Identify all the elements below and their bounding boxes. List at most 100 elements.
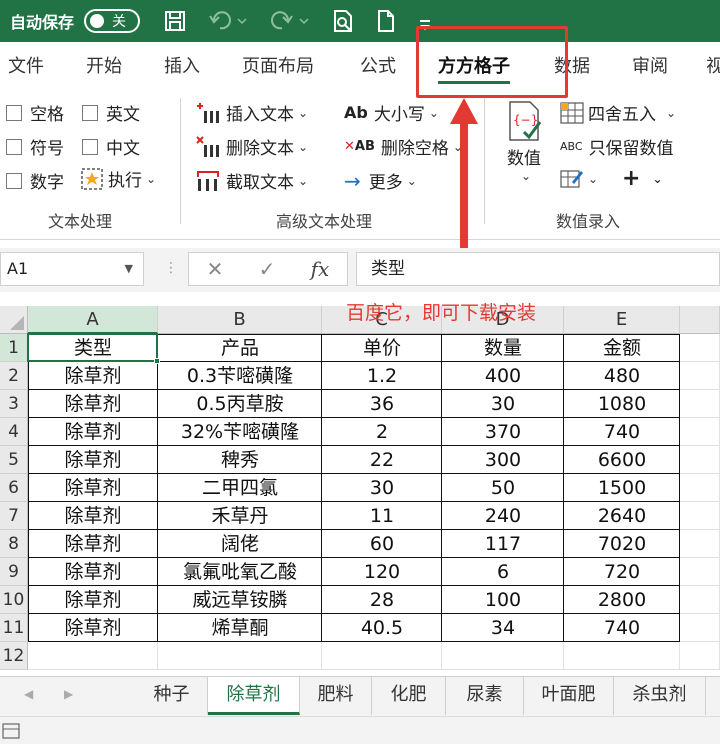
tab-view[interactable]: 视 <box>706 42 720 92</box>
table-cell[interactable]: 二甲四氯 <box>158 474 322 502</box>
sheet-tab[interactable]: 除草剂 <box>208 677 300 715</box>
redo-icon[interactable] <box>270 10 310 32</box>
value-button[interactable]: {−} 数值 ⌄ <box>504 100 544 183</box>
keep-number-button[interactable]: ABC 只保留数值 <box>560 134 674 159</box>
table-cell[interactable]: 1500 <box>564 474 680 502</box>
tab-file[interactable]: 文件 <box>8 42 44 92</box>
table-cell[interactable]: 禾草丹 <box>158 502 322 530</box>
table-cell[interactable]: 威远草铵膦 <box>158 586 322 614</box>
table-cell[interactable]: 1080 <box>564 390 680 418</box>
sheet-tab[interactable]: 化肥 <box>372 677 446 715</box>
table-cell[interactable]: 稗秀 <box>158 446 322 474</box>
header-cell[interactable]: 金额 <box>564 334 680 362</box>
new-file-icon[interactable] <box>376 9 396 33</box>
table-cell[interactable]: 氯氟吡氧乙酸 <box>158 558 322 586</box>
cancel-icon[interactable]: ✕ <box>207 257 224 281</box>
table-cell[interactable]: 0.3苄嘧磺隆 <box>158 362 322 390</box>
case-button[interactable]: Ab 大小写 ⌄ <box>344 100 439 125</box>
table-cell[interactable]: 22 <box>322 446 442 474</box>
header-cell[interactable]: 单价 <box>322 334 442 362</box>
delete-text-button[interactable]: 删除文本 ⌄ <box>196 134 308 159</box>
table-cell[interactable]: 28 <box>322 586 442 614</box>
table-cell[interactable]: 2800 <box>564 586 680 614</box>
row-header[interactable]: 11 <box>0 614 28 642</box>
function-icon[interactable]: fx <box>311 257 330 281</box>
table-cell[interactable]: 34 <box>442 614 564 642</box>
row-header[interactable]: 7 <box>0 502 28 530</box>
column-header-blank[interactable] <box>680 306 720 334</box>
column-header-b[interactable]: B <box>158 306 322 334</box>
fill-handle[interactable] <box>154 358 160 364</box>
table-cell[interactable]: 240 <box>442 502 564 530</box>
table-cell[interactable]: 阔佬 <box>158 530 322 558</box>
table-cell[interactable]: 除草剂 <box>28 502 158 530</box>
checkbox[interactable] <box>6 138 22 155</box>
sheet-tab[interactable]: 杀虫剂 <box>614 677 706 715</box>
row-header[interactable]: 4 <box>0 418 28 446</box>
next-sheet-icon[interactable]: ▶ <box>64 687 73 701</box>
table-cell[interactable]: 除草剂 <box>28 446 158 474</box>
table-cell[interactable]: 400 <box>442 362 564 390</box>
table-cell[interactable]: 30 <box>322 474 442 502</box>
column-header-a[interactable]: A <box>28 306 158 334</box>
name-box[interactable]: A1 ▼ <box>0 252 144 286</box>
sheet-tab[interactable]: 尿素 <box>446 677 524 715</box>
table-cell[interactable]: 1.2 <box>322 362 442 390</box>
check-chinese[interactable]: 中文 <box>82 134 140 159</box>
header-cell[interactable]: 数量 <box>442 334 564 362</box>
more-button[interactable]: → 更多 ⌄ <box>344 168 417 194</box>
tab-review[interactable]: 审阅 <box>632 42 668 92</box>
check-space[interactable]: 空格 <box>6 100 64 125</box>
formula-input[interactable]: 类型 <box>356 252 720 286</box>
row-header[interactable]: 2 <box>0 362 28 390</box>
prev-sheet-icon[interactable]: ◀ <box>24 687 33 701</box>
sheet-tab[interactable]: 种子 <box>136 677 208 715</box>
table-cell[interactable]: 烯草酮 <box>158 614 322 642</box>
tab-home[interactable]: 开始 <box>86 42 122 92</box>
table-cell[interactable]: 370 <box>442 418 564 446</box>
undo-icon[interactable] <box>208 10 248 32</box>
extract-text-button[interactable]: 截取文本 ⌄ <box>196 168 308 193</box>
table-cell[interactable]: 0.5丙草胺 <box>158 390 322 418</box>
table-cell[interactable]: 50 <box>442 474 564 502</box>
table-cell[interactable]: 除草剂 <box>28 558 158 586</box>
checkbox[interactable] <box>6 172 22 189</box>
table-cell[interactable]: 60 <box>322 530 442 558</box>
header-cell[interactable]: 产品 <box>158 334 322 362</box>
table-cell[interactable]: 100 <box>442 586 564 614</box>
table-cell[interactable]: 11 <box>322 502 442 530</box>
table-cell[interactable]: 117 <box>442 530 564 558</box>
save-icon[interactable] <box>164 10 186 32</box>
autosave-toggle[interactable]: 关 <box>84 9 141 33</box>
table-cell[interactable]: 36 <box>322 390 442 418</box>
row-header[interactable]: 12 <box>0 642 28 670</box>
plus-button[interactable]: + ⌄ <box>622 166 663 191</box>
table-cell[interactable]: 30 <box>442 390 564 418</box>
sheet-tab[interactable]: 叶面肥 <box>524 677 614 715</box>
row-header[interactable]: 3 <box>0 390 28 418</box>
check-number[interactable]: 数字 <box>6 168 64 193</box>
table-cell[interactable]: 除草剂 <box>28 390 158 418</box>
check-symbol[interactable]: 符号 <box>6 134 64 159</box>
confirm-icon[interactable]: ✓ <box>259 257 276 281</box>
table-cell[interactable]: 7020 <box>564 530 680 558</box>
table-cell[interactable]: 740 <box>564 418 680 446</box>
spreadsheet-grid[interactable]: A B C D E 1 2 3 4 5 6 7 8 9 10 11 12 类型 产品 单价 数量 金额 除草剂 0.3苄嘧磺隆… <box>0 306 720 671</box>
insert-text-button[interactable]: 插入文本 ⌄ <box>196 100 308 125</box>
checkbox[interactable] <box>82 138 98 155</box>
tab-insert[interactable]: 插入 <box>164 42 200 92</box>
table-cell[interactable]: 2640 <box>564 502 680 530</box>
row-header[interactable]: 5 <box>0 446 28 474</box>
row-header[interactable]: 8 <box>0 530 28 558</box>
table-cell[interactable]: 480 <box>564 362 680 390</box>
table-cell[interactable]: 除草剂 <box>28 362 158 390</box>
chevron-down-icon[interactable]: ▼ <box>125 253 133 285</box>
print-preview-icon[interactable] <box>332 9 354 33</box>
row-header[interactable]: 9 <box>0 558 28 586</box>
table-cell[interactable]: 除草剂 <box>28 614 158 642</box>
table-cell[interactable]: 40.5 <box>322 614 442 642</box>
checkbox[interactable] <box>82 104 98 121</box>
table-cell[interactable]: 720 <box>564 558 680 586</box>
execute-button[interactable]: 执行 ⌄ <box>80 166 156 191</box>
table-cell[interactable]: 120 <box>322 558 442 586</box>
